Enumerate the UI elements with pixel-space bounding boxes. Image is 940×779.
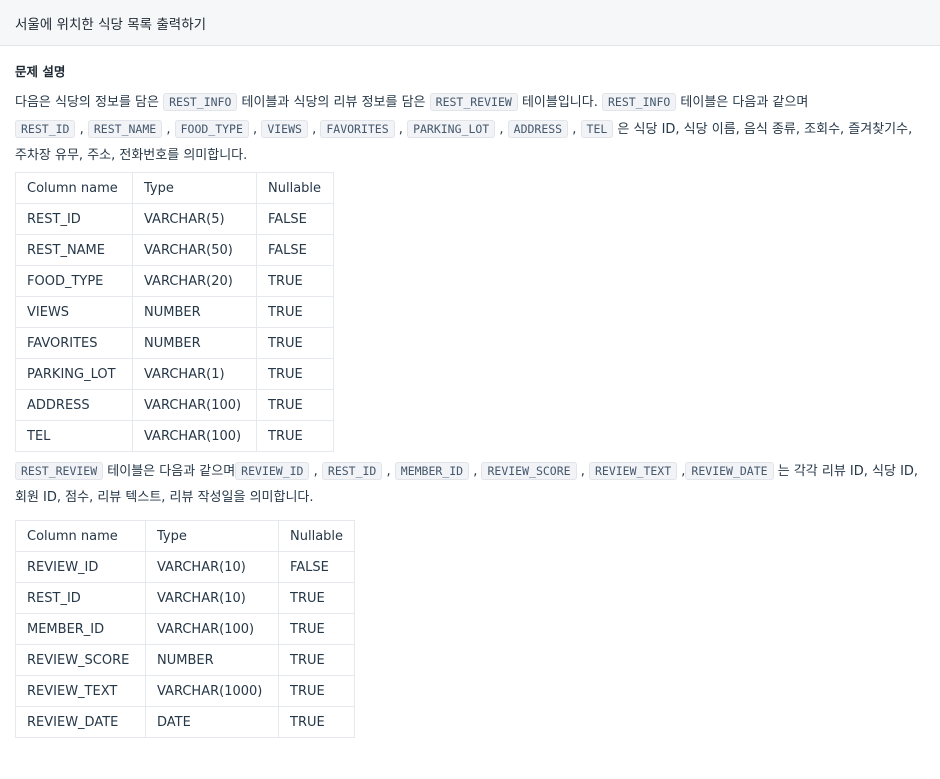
problem-header: 서울에 위치한 식당 목록 출력하기	[0, 0, 940, 46]
code-field: PARKING_LOT	[407, 120, 496, 138]
code-field: REST_ID	[321, 462, 383, 480]
cell: TRUE	[256, 389, 334, 421]
table-row: REVIEW_ID VARCHAR(10) FALSE	[15, 551, 356, 583]
cell: REVIEW_DATE	[15, 706, 146, 738]
cell: FAVORITES	[15, 327, 133, 359]
cell: TRUE	[256, 420, 334, 452]
table-row: REVIEW_DATE DATE TRUE	[15, 706, 356, 738]
table-row: REST_ID VARCHAR(5) FALSE	[15, 203, 334, 235]
cell: VARCHAR(20)	[132, 265, 257, 297]
header-cell: Column name	[15, 172, 133, 204]
text: 다음은 식당의 정보를 담은	[15, 95, 164, 110]
cell: VARCHAR(1000)	[145, 675, 279, 707]
cell: MEMBER_ID	[15, 613, 146, 645]
cell: TRUE	[277, 706, 356, 738]
table-row: PARKING_LOT VARCHAR(1) TRUE	[15, 358, 334, 390]
table-row: REST_NAME VARCHAR(50) FALSE	[15, 234, 334, 266]
cell: VARCHAR(1)	[132, 358, 257, 390]
cell: REVIEW_SCORE	[15, 644, 146, 676]
problem-title: 서울에 위치한 식당 목록 출력하기	[15, 16, 207, 33]
cell: VARCHAR(100)	[145, 613, 279, 645]
table-header-row: Column name Type Nullable	[15, 172, 334, 204]
cell: VARCHAR(10)	[145, 582, 279, 614]
cell: REST_NAME	[15, 234, 133, 266]
code-field: REVIEW_ID	[235, 462, 310, 480]
code-rest-info: REST_INFO	[601, 93, 677, 111]
table-row: ADDRESS VARCHAR(100) TRUE	[15, 389, 334, 421]
table-row: REST_ID VARCHAR(10) TRUE	[15, 582, 356, 614]
header-cell: Nullable	[256, 172, 334, 204]
cell: REVIEW_TEXT	[15, 675, 146, 707]
description-paragraph-2: REST_REVIEW 테이블은 다음과 같으며 REVIEW_ID , REST…	[15, 462, 919, 505]
code-rest-review: REST_REVIEW	[15, 462, 104, 480]
cell: REVIEW_ID	[15, 551, 146, 583]
table-row: VIEWS NUMBER TRUE	[15, 296, 334, 328]
table-row: FAVORITES NUMBER TRUE	[15, 327, 334, 359]
code-field: REVIEW_SCORE	[481, 462, 577, 480]
cell: TRUE	[277, 644, 356, 676]
cell: FOOD_TYPE	[15, 265, 133, 297]
cell: NUMBER	[132, 327, 257, 359]
code-field: FAVORITES	[320, 120, 395, 138]
cell: VARCHAR(5)	[132, 203, 257, 235]
table-row: REVIEW_TEXT VARCHAR(1000) TRUE	[15, 675, 356, 707]
code-rest-review: REST_REVIEW	[429, 93, 518, 111]
table-row: FOOD_TYPE VARCHAR(20) TRUE	[15, 265, 334, 297]
text: 테이블은 다음과 같으며	[676, 95, 809, 110]
cell: TRUE	[256, 265, 334, 297]
cell: ADDRESS	[15, 389, 133, 421]
header-cell: Column name	[15, 520, 146, 552]
rest-info-table: Column name Type Nullable REST_ID VARCHAR…	[15, 172, 334, 452]
cell: FALSE	[277, 551, 356, 583]
cell: FALSE	[256, 203, 334, 235]
code-field: REVIEW_TEXT	[588, 462, 678, 480]
cell: VARCHAR(10)	[145, 551, 279, 583]
cell: TRUE	[277, 675, 356, 707]
table-row: MEMBER_ID VARCHAR(100) TRUE	[15, 613, 356, 645]
text: 테이블입니다.	[517, 95, 602, 110]
section-title: 문제 설명	[15, 64, 66, 79]
table-row: TEL VARCHAR(100) TRUE	[15, 420, 334, 452]
cell: TRUE	[277, 582, 356, 614]
text: 테이블과 식당의 리뷰 정보를 담은	[237, 95, 430, 110]
code-rest-info: REST_INFO	[163, 93, 238, 111]
header-cell: Type	[132, 172, 257, 204]
code-field: TEL	[580, 120, 614, 138]
cell: NUMBER	[145, 644, 279, 676]
code-field: MEMBER_ID	[394, 462, 470, 480]
table-header-row: Column name Type Nullable	[15, 520, 356, 552]
cell: VARCHAR(50)	[132, 234, 257, 266]
table-row: REVIEW_SCORE NUMBER TRUE	[15, 644, 356, 676]
cell: VARCHAR(100)	[132, 389, 257, 421]
code-field: VIEWS	[261, 120, 308, 138]
cell: PARKING_LOT	[15, 358, 133, 390]
code-field: FOOD_TYPE	[174, 120, 249, 138]
code-field: REVIEW_DATE	[685, 462, 774, 480]
description-paragraph-1: 다음은 식당의 정보를 담은 REST_INFO 테이블과 식당의 리뷰 정보를…	[15, 93, 913, 163]
cell: DATE	[145, 706, 279, 738]
cell: TEL	[15, 420, 133, 452]
cell: REST_ID	[15, 203, 133, 235]
code-field: ADDRESS	[507, 120, 569, 138]
code-field: REST_NAME	[87, 120, 163, 138]
cell: FALSE	[256, 234, 334, 266]
rest-review-table: Column name Type Nullable REVIEW_ID VARCH…	[15, 520, 356, 738]
cell: REST_ID	[15, 582, 146, 614]
cell: NUMBER	[132, 296, 257, 328]
code-field: REST_ID	[15, 120, 76, 138]
cell: TRUE	[256, 327, 334, 359]
header-cell: Type	[145, 520, 279, 552]
text: 테이블은 다음과 같으며	[103, 464, 236, 479]
cell: TRUE	[277, 613, 356, 645]
header-cell: Nullable	[277, 520, 356, 552]
cell: TRUE	[256, 296, 334, 328]
cell: VARCHAR(100)	[132, 420, 257, 452]
problem-description: 문제 설명 다음은 식당의 정보를 담은 REST_INFO 테이블과 식당의 …	[0, 62, 940, 738]
cell: VIEWS	[15, 296, 133, 328]
cell: TRUE	[256, 358, 334, 390]
